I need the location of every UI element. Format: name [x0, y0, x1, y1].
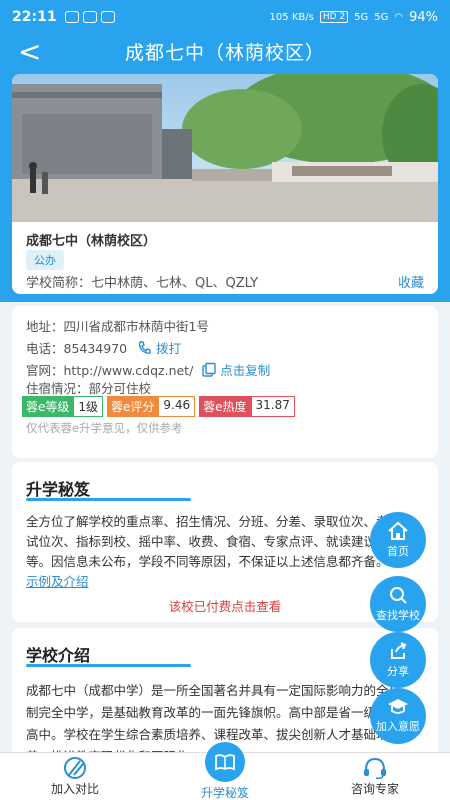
headset-icon — [364, 757, 386, 779]
phone-row: 电话：85434970 拨打 — [26, 338, 181, 357]
wechat-icon — [64, 11, 79, 23]
rating-heat: 蓉e热度 31.87 — [199, 396, 295, 417]
join-intent-fab-label: 加入意愿 — [376, 720, 420, 733]
message-icon — [82, 11, 97, 23]
rating-level-value: 1级 — [73, 396, 104, 417]
rating-heat-key: 蓉e热度 — [199, 396, 251, 417]
rating-heat-value: 31.87 — [250, 396, 295, 417]
website-text: 官网：http://www.cdqz.net/ — [26, 363, 194, 378]
address-row: 地址：四川省成都市林荫中街1号 — [26, 316, 209, 335]
dial-button[interactable]: 拨打 — [137, 338, 181, 357]
copy-label: 点击复制 — [220, 363, 271, 378]
notification-icons — [64, 11, 115, 23]
rating-level-key: 蓉e等级 — [22, 396, 74, 417]
phone-icon — [139, 340, 151, 354]
battery-level: 94% — [409, 9, 438, 25]
tab-consult-expert-label: 咨询专家 — [350, 782, 399, 796]
status-bar: 22:11 105 KB/s HD 2 5G 5G ◠ 94% — [0, 0, 450, 34]
book-icon — [205, 742, 245, 782]
tab-compare-label: 加入对比 — [50, 782, 99, 796]
tab-compare[interactable]: 加入对比 — [0, 753, 150, 800]
share-fab-label: 分享 — [387, 665, 409, 678]
status-time: 22:11 — [12, 9, 57, 25]
home-icon — [388, 521, 408, 540]
home-fab-label: 首页 — [387, 545, 409, 558]
tab-consult-expert[interactable]: 咨询专家 — [300, 753, 450, 800]
rating-level: 蓉e等级 1级 — [22, 396, 104, 417]
search-icon — [390, 587, 407, 604]
boarding-text: 住宿情况：部分可住校 — [26, 381, 152, 396]
page-title: 成都七中（林荫校区） — [124, 42, 325, 64]
intro-title: 学校介绍 — [26, 646, 91, 665]
rating-score: 蓉e评分 9.46 — [107, 396, 196, 417]
home-fab[interactable]: 首页 — [370, 512, 426, 568]
secret-underline — [26, 498, 191, 501]
hd-badge: HD 2 — [319, 11, 349, 23]
tab-admission-secret-label: 升学秘笈 — [200, 786, 249, 800]
signal-1: 5G — [354, 11, 369, 23]
school-info-card: 地址：四川省成都市林荫中街1号 电话：85434970 拨打 官网：http:/… — [12, 306, 438, 458]
phone-text: 电话：85434970 — [26, 341, 128, 356]
join-intent-fab[interactable]: 加入意愿 — [370, 688, 426, 744]
find-school-fab-label: 查找学校 — [376, 609, 420, 622]
compare-icon — [64, 757, 86, 779]
address-text: 地址：四川省成都市林荫中街1号 — [26, 319, 209, 334]
net-speed: 105 KB/s — [269, 11, 314, 23]
dial-label: 拨打 — [156, 341, 182, 356]
secret-body: 全方位了解学校的重点率、招生情况、分班、分差、录取位次、考试位次、指标到校、摇中… — [26, 512, 390, 592]
share-fab[interactable]: 分享 — [370, 632, 426, 688]
intro-underline — [26, 664, 191, 667]
find-school-fab[interactable]: 查找学校 — [370, 576, 426, 632]
app-notification-icon — [100, 11, 115, 23]
tab-admission-secret[interactable]: 升学秘笈 — [150, 742, 300, 800]
rating-badges: 蓉e等级 1级 蓉e评分 9.46 蓉e热度 31.87 — [22, 396, 295, 417]
wifi-icon: ◠ — [394, 11, 404, 23]
example-link[interactable]: 示例及介绍 — [26, 574, 89, 589]
secret-description: 全方位了解学校的重点率、招生情况、分班、分差、录取位次、考试位次、指标到校、摇中… — [26, 514, 389, 569]
school-name: 成都七中（林荫校区） — [26, 234, 157, 249]
secret-title: 升学秘笈 — [26, 480, 91, 499]
bottom-tab-bar: 加入对比 升学秘笈 咨询专家 — [0, 742, 450, 800]
graduation-cap-icon — [388, 699, 408, 714]
website-row: 官网：http://www.cdqz.net/ 点击复制 — [26, 360, 270, 379]
rating-score-value: 9.46 — [158, 396, 196, 417]
school-abbreviation: 学校简称：七中林荫、七林、QL、QZLY — [26, 276, 259, 291]
boarding-row: 住宿情况：部分可住校 — [26, 378, 151, 397]
copy-button[interactable]: 点击复制 — [201, 360, 270, 379]
collect-button[interactable]: 收藏 — [398, 272, 424, 291]
rating-note: 仅代表蓉e升学意见，仅供参考 — [26, 421, 183, 435]
nav-bar: < 成都七中（林荫校区） — [0, 34, 450, 72]
school-photo — [12, 74, 438, 222]
school-type-tag: 公办 — [26, 250, 64, 270]
signal-2: 5G — [374, 11, 389, 23]
copy-icon — [202, 362, 216, 377]
rating-score-key: 蓉e评分 — [107, 396, 159, 417]
share-icon — [391, 642, 407, 659]
school-header-card: 成都七中（林荫校区） 公办 学校简称：七中林荫、七林、QL、QZLY 收藏 — [12, 74, 438, 294]
